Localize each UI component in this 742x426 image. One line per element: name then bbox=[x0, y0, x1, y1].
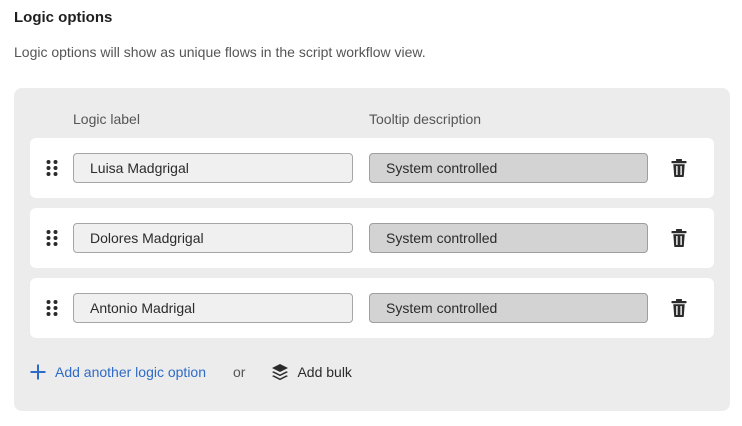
logic-option-list bbox=[30, 138, 714, 348]
drag-handle-icon[interactable] bbox=[46, 299, 58, 317]
add-logic-option-button[interactable]: Add another logic option bbox=[30, 364, 206, 380]
tooltip-description-input bbox=[369, 223, 648, 253]
logic-option-row bbox=[30, 278, 714, 338]
logic-option-row bbox=[30, 138, 714, 198]
add-logic-option-label: Add another logic option bbox=[55, 364, 206, 380]
logic-option-row bbox=[30, 208, 714, 268]
logic-label-input[interactable] bbox=[73, 153, 353, 183]
logic-options-panel: Logic label Tooltip description Luisa Ma… bbox=[14, 88, 730, 411]
add-bulk-button[interactable]: Add bulk bbox=[271, 363, 352, 381]
drag-handle-icon[interactable] bbox=[46, 159, 58, 177]
section-title: Logic options bbox=[14, 9, 113, 26]
plus-icon bbox=[30, 364, 46, 380]
logic-label-header: Logic label bbox=[73, 111, 140, 127]
add-bulk-label: Add bulk bbox=[297, 364, 352, 380]
trash-icon[interactable] bbox=[670, 298, 688, 318]
tooltip-description-header: Tooltip description bbox=[369, 111, 482, 127]
logic-label-input[interactable] bbox=[73, 223, 353, 253]
layers-icon bbox=[272, 364, 289, 381]
section-description: Logic options will show as unique flows … bbox=[14, 44, 426, 60]
logic-options-footer: Add another logic option or Add bulk bbox=[30, 361, 352, 383]
trash-icon[interactable] bbox=[670, 158, 688, 178]
logic-label-input[interactable] bbox=[73, 293, 353, 323]
drag-handle-icon[interactable] bbox=[46, 229, 58, 247]
or-separator: or bbox=[233, 364, 246, 380]
tooltip-description-input bbox=[369, 293, 648, 323]
tooltip-description-input bbox=[369, 153, 648, 183]
trash-icon[interactable] bbox=[670, 228, 688, 248]
